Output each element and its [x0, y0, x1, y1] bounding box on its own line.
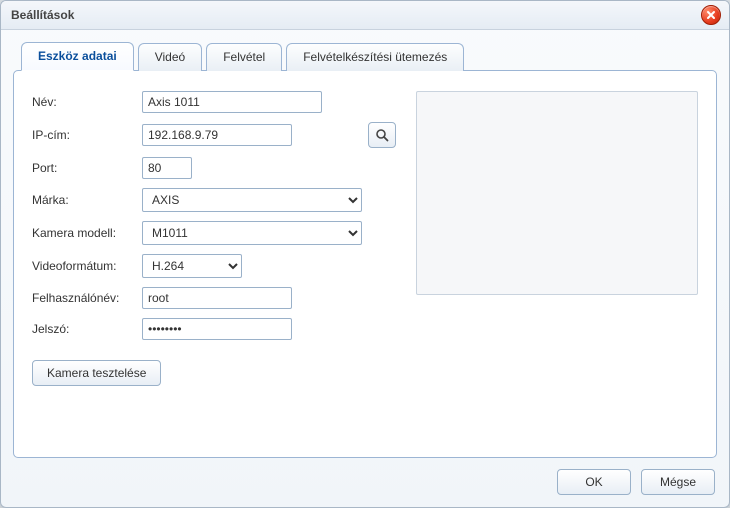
button-label: OK — [585, 475, 602, 489]
settings-window: Beállítások Eszköz adatai Videó Felvétel… — [0, 0, 730, 508]
close-icon — [706, 10, 716, 20]
brand-select[interactable]: AXIS — [142, 188, 362, 212]
button-label: Mégse — [660, 475, 696, 489]
titlebar: Beállítások — [1, 1, 729, 30]
name-input[interactable] — [142, 91, 322, 113]
close-button[interactable] — [701, 5, 721, 25]
button-label: Kamera tesztelése — [47, 366, 146, 380]
test-camera-button[interactable]: Kamera tesztelése — [32, 360, 161, 386]
camera-preview-area — [416, 91, 698, 295]
label-format: Videoformátum: — [32, 259, 142, 273]
tab-label: Videó — [155, 50, 185, 64]
label-name: Név: — [32, 95, 142, 109]
label-ip: IP-cím: — [32, 128, 142, 142]
discover-button[interactable] — [368, 122, 396, 148]
window-title: Beállítások — [11, 1, 74, 29]
tab-label: Felvételkészítési ütemezés — [303, 50, 447, 64]
ip-input[interactable] — [142, 124, 292, 146]
dialog-footer: OK Mégse — [557, 469, 715, 495]
search-icon — [375, 128, 389, 142]
tab-recording[interactable]: Felvétel — [206, 43, 282, 71]
password-input[interactable] — [142, 318, 292, 340]
cancel-button[interactable]: Mégse — [641, 469, 715, 495]
label-username: Felhasználónév: — [32, 291, 142, 305]
window-body: Eszköz adatai Videó Felvétel Felvételkés… — [1, 29, 729, 507]
video-format-select[interactable]: H.264 — [142, 254, 242, 278]
label-model: Kamera modell: — [32, 226, 142, 240]
tab-video[interactable]: Videó — [138, 43, 202, 71]
ok-button[interactable]: OK — [557, 469, 631, 495]
tab-label: Eszköz adatai — [38, 49, 117, 63]
label-brand: Márka: — [32, 193, 142, 207]
port-input[interactable] — [142, 157, 192, 179]
model-select[interactable]: M1011 — [142, 221, 362, 245]
tab-strip: Eszköz adatai Videó Felvétel Felvételkés… — [13, 41, 717, 70]
username-input[interactable] — [142, 287, 292, 309]
tab-panel-device-data: Név: IP-cím: Port: Márka: — [13, 70, 717, 458]
tab-label: Felvétel — [223, 50, 265, 64]
tab-schedule[interactable]: Felvételkészítési ütemezés — [286, 43, 464, 71]
label-password: Jelszó: — [32, 322, 142, 336]
label-port: Port: — [32, 161, 142, 175]
tab-device-data[interactable]: Eszköz adatai — [21, 42, 134, 71]
